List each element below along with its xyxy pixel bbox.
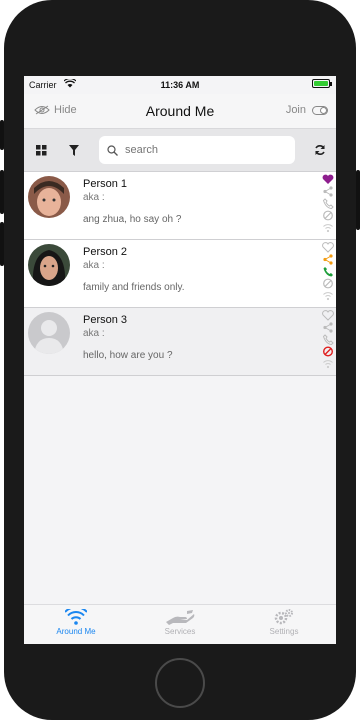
wifi-icon [323,360,333,369]
phone-device: Carrier 11:36 AM Hide Around Me Join sea… [0,0,360,720]
person-actions [322,310,334,370]
volume-down-button [0,222,4,266]
join-label: Join [285,104,306,116]
volume-up-button [0,170,4,214]
block-icon[interactable] [322,278,334,289]
tab-label: Settings [269,627,299,636]
heart-icon[interactable] [322,242,334,253]
tab-services[interactable]: Services [128,609,232,636]
wifi-icon [323,224,333,233]
wifi-icon [65,609,87,625]
battery-icon [312,79,332,88]
person-name: Person 3 [83,314,128,326]
tab-settings[interactable]: Settings [232,609,336,636]
avatar [28,176,70,218]
block-icon[interactable] [322,346,334,357]
person-aka: aka : [83,328,105,339]
home-button[interactable] [155,658,205,708]
list-item[interactable]: Person 1 aka : ang zhua, ho say oh ? [24,172,336,240]
person-status: hello, how are you ? [83,350,173,361]
people-list: Person 1 aka : ang zhua, ho say oh ? Per… [24,172,336,376]
tab-around-me[interactable]: Around Me [24,609,128,636]
phone-icon[interactable] [322,334,334,345]
person-name: Person 1 [83,178,128,190]
mute-switch [0,120,4,150]
search-icon [107,144,118,156]
search-input[interactable] [123,143,287,157]
status-bar: Carrier 11:36 AM [24,76,336,94]
power-button [356,170,360,230]
app-screen: Carrier 11:36 AM Hide Around Me Join sea… [24,76,336,644]
share-icon[interactable] [322,322,334,333]
block-icon[interactable] [322,210,334,221]
gears-icon [274,609,293,625]
list-item[interactable]: Person 3 aka : hello, how are you ? [24,308,336,376]
navigation-bar: Hide Around Me Join [24,94,336,128]
person-actions [322,242,334,302]
person-name: Person 2 [83,246,128,258]
toggle-switch[interactable] [312,105,328,115]
toggle-knob [320,106,327,114]
hand-icon [166,610,195,625]
phone-icon[interactable] [322,266,334,277]
tab-bar: Around Me Services Settings [24,604,336,644]
filter-icon[interactable] [69,143,79,161]
person-aka: aka : [83,260,105,271]
refresh-icon[interactable] [314,143,326,161]
share-icon[interactable] [322,186,334,197]
heart-icon[interactable] [322,174,334,185]
person-actions [322,174,334,234]
avatar [28,244,70,286]
person-status: ang zhua, ho say oh ? [83,214,182,225]
person-aka: aka : [83,192,105,203]
toolbar [24,128,336,172]
avatar [28,312,70,354]
grid-view-icon[interactable] [36,143,47,161]
tab-label: Around Me [56,627,96,636]
phone-icon[interactable] [322,198,334,209]
clock-time: 11:36 AM [160,80,200,90]
battery-level [314,81,328,86]
share-icon[interactable] [322,254,334,265]
heart-icon[interactable] [322,310,334,321]
wifi-icon [323,292,333,301]
person-status: family and friends only. [83,282,185,293]
list-item[interactable]: Person 2 aka : family and friends only. [24,240,336,308]
join-toggle[interactable]: Join [286,104,328,116]
tab-label: Services [164,627,196,636]
search-box[interactable] [99,136,295,164]
